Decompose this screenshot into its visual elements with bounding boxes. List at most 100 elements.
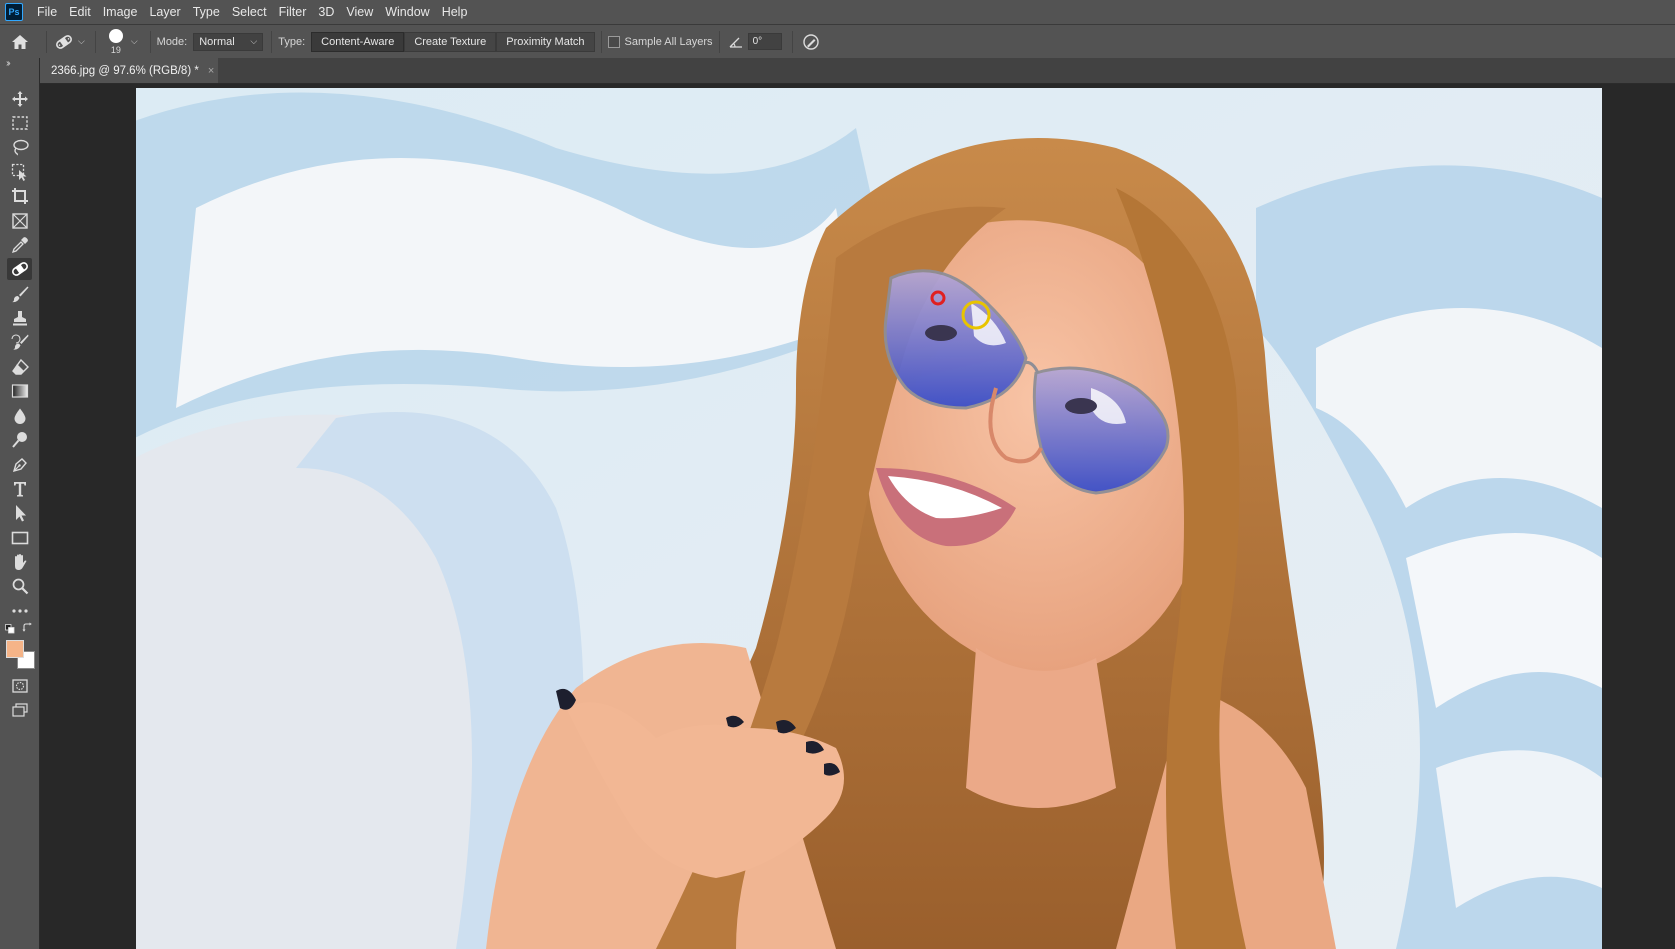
type-proximity-match-button[interactable]: Proximity Match xyxy=(496,31,595,52)
frame-tool[interactable] xyxy=(7,210,32,232)
rectangular-marquee-tool[interactable] xyxy=(7,112,32,134)
brush-tip-preview xyxy=(108,28,123,43)
mode-value: Normal xyxy=(199,35,235,48)
crop-tool[interactable] xyxy=(7,185,32,207)
swap-colors-button[interactable] xyxy=(22,622,33,633)
object-selection-tool[interactable] xyxy=(7,161,32,183)
menu-view[interactable]: View xyxy=(340,0,379,24)
object-selection-tool-icon xyxy=(11,163,26,181)
type-content-aware-button[interactable]: Content-Aware xyxy=(311,31,405,52)
blur-tool[interactable] xyxy=(7,405,32,427)
document-tab-bar: 2366.jpg @ 97.6% (RGB/8) * × xyxy=(40,58,1675,84)
path-selection-tool[interactable] xyxy=(7,502,32,524)
divider xyxy=(718,30,720,53)
tool-preset-picker[interactable]: ⌵ xyxy=(53,30,85,54)
hand-tool[interactable] xyxy=(7,551,32,573)
menu-filter[interactable]: Filter xyxy=(273,0,313,24)
brush-picker[interactable]: 19 xyxy=(102,27,130,57)
type-label: Type: xyxy=(278,35,306,48)
chevron-down-icon[interactable]: ⌵ xyxy=(131,36,138,47)
divider xyxy=(600,30,602,53)
type-tool[interactable] xyxy=(7,478,32,500)
edit-toolbar-icon xyxy=(11,609,28,613)
menu-file[interactable]: File xyxy=(31,0,63,24)
clone-stamp-tool-icon xyxy=(12,311,27,326)
photoshop-logo-icon[interactable]: Ps xyxy=(5,3,23,21)
menu-type[interactable]: Type xyxy=(187,0,226,24)
history-brush-tool-icon xyxy=(10,334,28,350)
eyedropper-tool-icon xyxy=(11,237,28,254)
swap-colors-icon xyxy=(22,622,32,632)
default-colors-button[interactable] xyxy=(5,623,15,634)
zoom-tool-icon xyxy=(12,578,28,595)
eraser-tool[interactable] xyxy=(7,356,32,378)
divider xyxy=(46,30,47,53)
chevron-down-icon: ⌵ xyxy=(250,36,258,46)
edit-toolbar-button[interactable] xyxy=(7,600,32,622)
brush-size-label: 19 xyxy=(110,44,121,55)
menu-window[interactable]: Window xyxy=(379,0,435,24)
type-tool-icon xyxy=(13,482,26,497)
foreground-color-swatch[interactable] xyxy=(6,640,24,658)
canvas-area[interactable] xyxy=(40,84,1675,949)
document-tab[interactable]: 2366.jpg @ 97.6% (RGB/8) * × xyxy=(40,58,218,83)
mode-select[interactable]: Normal ⌵ xyxy=(193,32,264,51)
divider xyxy=(271,30,273,53)
document-tab-title: 2366.jpg @ 97.6% (RGB/8) * xyxy=(51,64,199,77)
default-colors-icon xyxy=(5,624,15,634)
rectangular-marquee-tool-icon xyxy=(11,116,28,130)
options-bar: ⌵ 19 ⌵ Mode: Normal ⌵ Type: Content-Awar… xyxy=(0,25,1675,59)
gradient-tool-icon xyxy=(11,384,28,398)
pressure-size-button[interactable] xyxy=(799,30,823,54)
dodge-tool[interactable] xyxy=(7,429,32,451)
quick-mask-button[interactable] xyxy=(7,675,32,697)
brush-tool[interactable] xyxy=(7,283,32,305)
move-tool[interactable] xyxy=(7,88,32,110)
menu-select[interactable]: Select xyxy=(226,0,273,24)
collapse-panel-icon[interactable]: ›› xyxy=(6,58,10,69)
screen-mode-button[interactable] xyxy=(7,699,32,721)
eraser-tool-icon xyxy=(11,358,29,375)
home-button[interactable] xyxy=(0,25,40,58)
crop-tool-icon xyxy=(11,188,28,204)
spot-healing-brush-tool-icon xyxy=(11,262,28,276)
tools-panel: ›› xyxy=(0,58,40,949)
sample-all-layers-checkbox[interactable] xyxy=(607,35,620,48)
menu-help[interactable]: Help xyxy=(436,0,474,24)
history-brush-tool[interactable] xyxy=(7,331,32,353)
menu-edit[interactable]: Edit xyxy=(63,0,97,24)
mode-label: Mode: xyxy=(156,35,188,48)
move-tool-icon xyxy=(11,91,28,107)
gradient-tool[interactable] xyxy=(7,380,32,402)
pen-pressure-icon xyxy=(802,33,819,50)
angle-icon xyxy=(729,37,742,48)
menu-layer[interactable]: Layer xyxy=(143,0,186,24)
spot-healing-brush-tool[interactable] xyxy=(7,258,32,280)
chevron-down-icon: ⌵ xyxy=(78,36,85,46)
menu-image[interactable]: Image xyxy=(97,0,144,24)
zoom-tool[interactable] xyxy=(7,575,32,597)
menu-bar: Ps File Edit Image Layer Type Select Fil… xyxy=(0,0,1675,25)
angle-input[interactable]: 0° xyxy=(747,33,782,50)
path-selection-tool-icon xyxy=(15,505,26,522)
divider xyxy=(149,30,151,53)
rectangle-tool-icon xyxy=(11,531,28,545)
brush-tool-icon xyxy=(11,286,28,303)
divider xyxy=(94,30,96,53)
menu-3d[interactable]: 3D xyxy=(312,0,340,24)
hand-tool-icon xyxy=(14,554,26,570)
type-create-texture-button[interactable]: Create Texture xyxy=(404,31,497,52)
lasso-tool[interactable] xyxy=(7,136,32,158)
document-image[interactable] xyxy=(136,88,1602,949)
blur-tool-icon xyxy=(14,408,25,424)
clone-stamp-tool[interactable] xyxy=(7,307,32,329)
screen-mode-icon xyxy=(11,703,28,717)
divider xyxy=(791,30,793,53)
sample-all-layers-label: Sample All Layers xyxy=(624,35,713,48)
close-icon[interactable]: × xyxy=(208,65,214,77)
eyedropper-tool[interactable] xyxy=(7,234,32,256)
rectangle-tool[interactable] xyxy=(7,527,32,549)
pen-tool[interactable] xyxy=(7,454,32,476)
frame-tool-icon xyxy=(11,213,28,229)
photo-woman-sunglasses xyxy=(136,88,1602,949)
